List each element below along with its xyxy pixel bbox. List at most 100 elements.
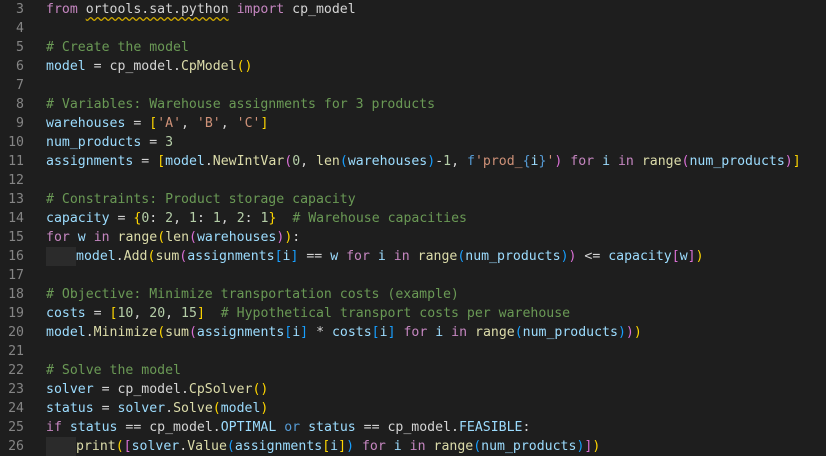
code-token: # Hypothetical transport costs per wareh…	[220, 306, 571, 321]
code-line[interactable]: 21	[0, 342, 826, 361]
line-number: 24	[8, 401, 24, 416]
code-token: # Constraints: Product storage capacity	[46, 192, 356, 207]
code-token: )	[260, 401, 269, 416]
code-line[interactable]: 3 from ortools.sat.python import cp_model	[0, 0, 826, 19]
line-number: 26	[8, 439, 24, 454]
code-line[interactable]: 7	[0, 76, 826, 95]
code-token: [	[322, 439, 331, 454]
code-token: 10	[117, 306, 134, 321]
code-token: for	[361, 439, 386, 454]
code-line[interactable]: 19 costs = [10, 20, 15] # Hypothetical tr…	[0, 304, 826, 323]
code-token: model	[46, 59, 86, 74]
line-number: 23	[8, 382, 24, 397]
code-token: solver	[46, 382, 94, 397]
code-token: ==	[298, 249, 331, 264]
code-token: ,	[133, 306, 150, 321]
code-token: i	[292, 325, 301, 340]
code-token: model	[165, 154, 205, 169]
code-line[interactable]: 5 # Create the model	[0, 38, 826, 57]
code-token: in	[617, 154, 634, 169]
code-token: 'C'	[236, 116, 261, 131]
code-token: =	[125, 116, 150, 131]
code-token: warehouses	[46, 116, 126, 131]
code-token: range	[475, 325, 515, 340]
line-number: 17	[8, 268, 24, 283]
code-text: status = solver.Solve(model)	[46, 399, 268, 418]
code-token: ]	[196, 306, 205, 321]
code-token: from	[46, 2, 78, 17]
code-token: status	[308, 420, 356, 435]
code-text: print([solver.Value(assignments[i]) for …	[46, 437, 600, 456]
code-token: ortools.sat.python	[85, 2, 229, 17]
code-text: model.Add(sum(assignments[i] == w for i …	[46, 247, 704, 266]
code-token: 'B'	[196, 116, 221, 131]
code-token: (	[188, 325, 197, 340]
code-token: ]	[338, 439, 347, 454]
code-line[interactable]: 20 model.Minimize(sum(assignments[i] * co…	[0, 323, 826, 342]
code-token: len	[165, 230, 190, 245]
code-token: (	[157, 230, 166, 245]
code-text: for w in range(len(warehouses)):	[46, 228, 300, 247]
code-line[interactable]: 15 for w in range(len(warehouses)):	[0, 228, 826, 247]
code-token: range	[433, 439, 474, 454]
code-token: len	[316, 154, 340, 169]
code-line[interactable]: 16 model.Add(sum(assignments[i] == w for …	[0, 247, 826, 266]
code-token: status	[69, 420, 118, 435]
code-token: 2	[236, 211, 245, 226]
code-line[interactable]: 8 # Variables: Warehouse assignments for …	[0, 95, 826, 114]
code-token: ,	[451, 154, 467, 169]
code-token: i	[602, 154, 611, 169]
code-line[interactable]: 22 # Solve the model	[0, 361, 826, 380]
code-token: range	[417, 249, 458, 264]
code-token: )	[592, 439, 601, 454]
code-token: .	[85, 325, 94, 340]
code-token: (	[189, 230, 197, 245]
code-token: [	[149, 116, 158, 131]
code-token: w	[77, 230, 86, 245]
code-text: assignments = [model.NewIntVar(0, len(wa…	[46, 152, 801, 171]
code-token: .	[204, 154, 213, 169]
code-token: in	[93, 230, 110, 245]
code-line[interactable]: 23 solver = cp_model.CpSolver()	[0, 380, 826, 399]
code-token: i	[379, 325, 388, 340]
code-line[interactable]: 11 assignments = [model.NewIntVar(0, len(…	[0, 152, 826, 171]
code-line[interactable]: 6 model = cp_model.CpModel()	[0, 57, 826, 76]
code-token: sum	[155, 249, 180, 264]
code-line[interactable]: 26 print([solver.Value(assignments[i]) fo…	[0, 437, 826, 456]
code-line[interactable]: 24 status = solver.Solve(model)	[0, 399, 826, 418]
line-number: 6	[16, 59, 24, 74]
code-token: 1	[443, 154, 452, 169]
code-token: (	[115, 439, 124, 454]
line-number: 7	[16, 78, 24, 93]
code-line[interactable]: 12	[0, 171, 826, 190]
code-token: 3	[165, 135, 174, 150]
code-token: num_products	[46, 135, 142, 150]
code-token: ,	[220, 211, 237, 226]
code-line[interactable]: 13 # Constraints: Product storage capacit…	[0, 190, 826, 209]
code-token: .	[179, 439, 188, 454]
code-line[interactable]: 10 num_products = 3	[0, 133, 826, 152]
code-token: num_products	[689, 154, 785, 169]
code-line[interactable]: 14 capacity = {0: 2, 1: 1, 2: 1} # Wareho…	[0, 209, 826, 228]
code-line[interactable]: 25 if status == cp_model.OPTIMAL or statu…	[0, 418, 826, 437]
code-line[interactable]: 18 # Objective: Minimize transportation c…	[0, 285, 826, 304]
code-token: =	[141, 135, 166, 150]
code-token: [	[123, 439, 132, 454]
code-line[interactable]: 17	[0, 266, 826, 285]
code-line[interactable]: 4	[0, 19, 826, 38]
code-line[interactable]: 9 warehouses = ['A', 'B', 'C']	[0, 114, 826, 133]
code-token: (	[212, 401, 221, 416]
code-token: *	[308, 325, 332, 340]
code-editor[interactable]: 3 from ortools.sat.python import cp_model…	[0, 0, 826, 456]
code-token: )	[633, 325, 642, 340]
indent-guide	[46, 247, 76, 266]
line-number: 16	[8, 249, 24, 264]
code-token: # Warehouse capacities	[292, 211, 467, 226]
